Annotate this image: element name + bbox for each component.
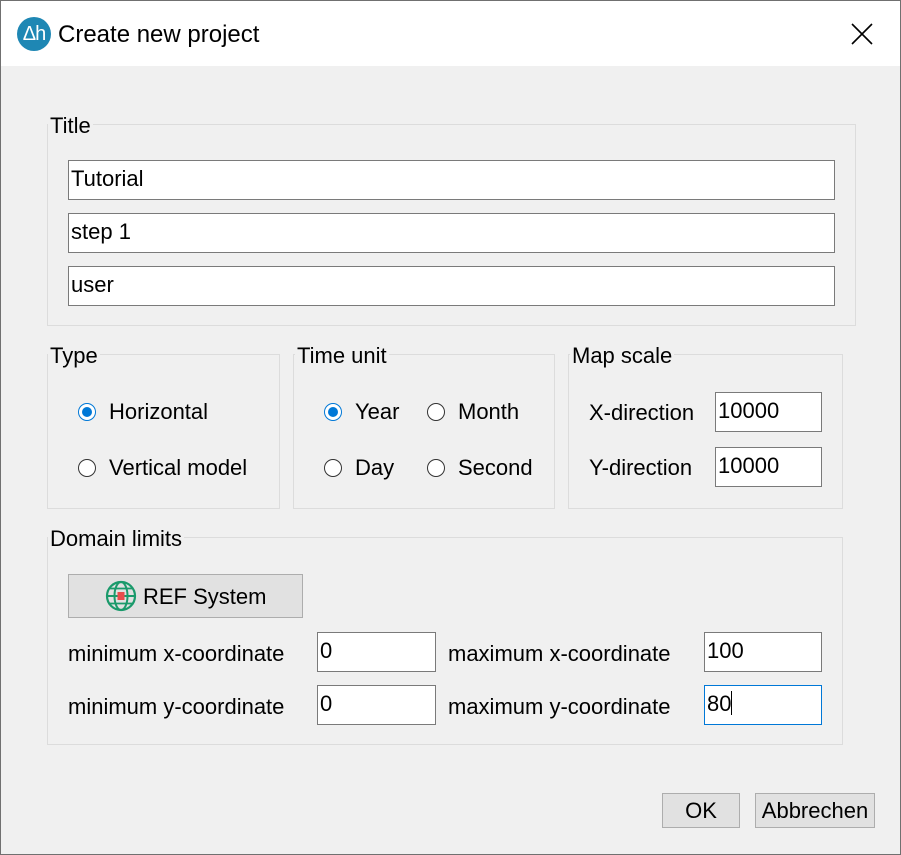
window-title: Create new project — [58, 21, 260, 48]
radio-horizontal-label: Horizontal — [109, 399, 209, 424]
min-x-label: minimum x-coordinate — [68, 641, 285, 666]
radio-second[interactable]: Second — [427, 455, 542, 481]
min-x-input[interactable]: 0 — [317, 632, 436, 672]
title-bar: Δh Create new project — [1, 1, 900, 66]
type-group — [47, 354, 280, 509]
ok-button[interactable]: OK — [662, 793, 740, 828]
radio-month-indicator — [427, 403, 445, 421]
radio-day-label: Day — [355, 455, 395, 480]
project-subtitle-input[interactable]: step 1 — [68, 213, 835, 253]
radio-second-label: Second — [458, 455, 533, 480]
max-x-label: maximum x-coordinate — [448, 641, 671, 666]
min-y-label: minimum y-coordinate — [68, 694, 285, 719]
max-y-input-value: 80 — [707, 691, 732, 716]
map-scale-group-legend: Map scale — [570, 343, 675, 369]
radio-horizontal[interactable]: Horizontal — [78, 399, 268, 425]
time-unit-group — [293, 354, 555, 509]
min-y-input[interactable]: 0 — [317, 685, 436, 725]
radio-month-label: Month — [458, 399, 520, 424]
radio-day-indicator — [324, 459, 342, 477]
max-y-input[interactable]: 80 — [704, 685, 822, 725]
globe-icon — [105, 580, 137, 612]
close-button[interactable] — [839, 11, 885, 57]
max-y-label: maximum y-coordinate — [448, 694, 671, 719]
ref-system-button-label: REF System — [143, 584, 267, 609]
radio-day[interactable]: Day — [324, 455, 414, 481]
close-icon — [851, 23, 873, 45]
app-logo-icon: Δh — [17, 17, 51, 51]
time-unit-group-legend: Time unit — [295, 343, 389, 369]
x-direction-input[interactable]: 10000 — [715, 392, 822, 432]
radio-month[interactable]: Month — [427, 399, 537, 425]
radio-second-indicator — [427, 459, 445, 477]
max-x-input[interactable]: 100 — [704, 632, 822, 672]
project-user-input[interactable]: user — [68, 266, 835, 306]
radio-year-label: Year — [355, 399, 400, 424]
radio-vertical-model-indicator — [78, 459, 96, 477]
y-direction-label: Y-direction — [589, 455, 693, 480]
text-caret — [731, 691, 733, 715]
ref-system-button[interactable]: REF System — [68, 574, 303, 618]
domain-limits-legend: Domain limits — [48, 526, 185, 552]
title-group-legend: Title — [48, 113, 93, 139]
radio-horizontal-indicator — [78, 403, 96, 421]
create-project-dialog: Δh Create new project Title Tutorial ste… — [0, 0, 901, 855]
radio-year-indicator — [324, 403, 342, 421]
cancel-button[interactable]: Abbrechen — [755, 793, 875, 828]
radio-vertical-model[interactable]: Vertical model — [78, 455, 268, 481]
y-direction-input[interactable]: 10000 — [715, 447, 822, 487]
radio-year[interactable]: Year — [324, 399, 414, 425]
type-group-legend: Type — [48, 343, 100, 369]
radio-vertical-model-label: Vertical model — [109, 455, 248, 480]
project-title-input[interactable]: Tutorial — [68, 160, 835, 200]
x-direction-label: X-direction — [589, 400, 695, 425]
